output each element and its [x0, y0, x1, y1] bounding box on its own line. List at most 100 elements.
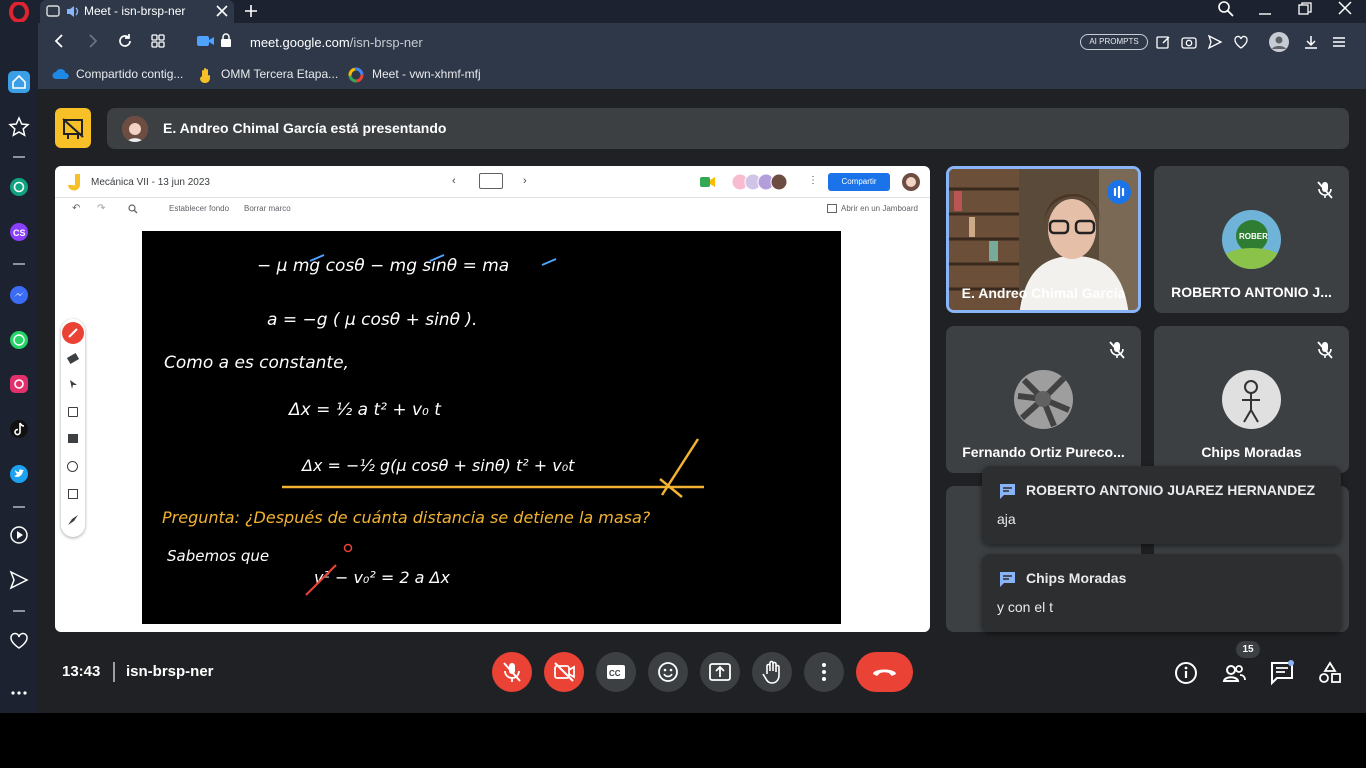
bookmark-item[interactable]: Compartido contig...: [76, 67, 183, 81]
menu-icon[interactable]: [1331, 34, 1347, 50]
laser-tool-icon[interactable]: [68, 515, 78, 525]
select-tool-icon[interactable]: [69, 379, 78, 390]
reload-icon[interactable]: [117, 33, 133, 49]
speed-dial-icon[interactable]: [150, 33, 166, 49]
home-icon[interactable]: [8, 71, 30, 93]
whatsapp-icon[interactable]: [8, 329, 30, 351]
chat-notification[interactable]: ROBERTO ANTONIO JUAREZ HERNANDEZ aja: [982, 466, 1341, 544]
chat-icon[interactable]: [1269, 660, 1295, 686]
participant-avatar: [1222, 370, 1281, 429]
participant-tile[interactable]: Chips Moradas: [1154, 326, 1349, 473]
captions-button[interactable]: CC: [596, 652, 636, 692]
sidebar-divider: [13, 506, 25, 508]
info-divider: [113, 662, 115, 682]
search-tabs-icon[interactable]: [1217, 0, 1235, 18]
zoom-icon[interactable]: [128, 204, 138, 214]
more-icon[interactable]: [8, 679, 30, 701]
board-line-8: v² − v₀² = 2 a Δx: [314, 568, 450, 587]
next-frame-icon[interactable]: ›: [523, 175, 527, 187]
mic-toggle-button[interactable]: [492, 652, 532, 692]
active-tab[interactable]: Meet - isn-brsp-ner: [40, 0, 234, 23]
bookmarks-bar: Compartido contig... OMM Tercera Etapa..…: [38, 61, 1366, 89]
collaborators-avatars[interactable]: [731, 173, 793, 191]
raise-hand-button[interactable]: [752, 652, 792, 692]
more-options-icon[interactable]: ⋮: [808, 175, 818, 186]
undo-icon[interactable]: ↶: [72, 203, 80, 214]
prev-frame-icon[interactable]: ‹: [452, 175, 456, 187]
redo-icon[interactable]: ↷: [97, 203, 105, 214]
share-button[interactable]: Compartir: [828, 173, 890, 191]
svg-text:ROBER: ROBER: [1239, 232, 1268, 241]
more-options-button[interactable]: [804, 652, 844, 692]
red-zero-mark: [343, 543, 353, 553]
download-icon[interactable]: [1303, 34, 1319, 50]
close-window-icon[interactable]: [1338, 1, 1352, 15]
chat-message: y con el t: [997, 599, 1054, 615]
opera-logo-icon[interactable]: [8, 2, 30, 22]
bookmark-item[interactable]: Meet - vwn-xhmf-mfj: [372, 67, 481, 81]
chat-notification[interactable]: Chips Moradas y con el t: [982, 554, 1341, 632]
activities-icon[interactable]: [1317, 660, 1343, 686]
sticky-note-tool-icon[interactable]: [68, 407, 78, 417]
participant-tile[interactable]: Fernando Ortiz Pureco...: [946, 326, 1141, 473]
tiktok-icon[interactable]: [8, 418, 30, 440]
new-tab-icon[interactable]: [243, 3, 259, 19]
bookmark-heart-icon[interactable]: [1233, 34, 1249, 50]
bookmark-item[interactable]: OMM Tercera Etapa...: [221, 67, 338, 81]
chatgpt-icon[interactable]: [8, 176, 30, 198]
url-field[interactable]: meet.google.com/isn-brsp-ner: [250, 35, 423, 50]
twitter-icon[interactable]: [8, 463, 30, 485]
star-icon[interactable]: [8, 116, 30, 138]
tab-close-icon[interactable]: [215, 4, 229, 18]
forward-icon[interactable]: [84, 33, 100, 49]
profile-avatar-icon[interactable]: [1268, 31, 1290, 53]
image-tool-icon[interactable]: [68, 434, 78, 443]
tool-palette: [61, 319, 85, 537]
restore-icon[interactable]: [1298, 2, 1312, 16]
reactions-button[interactable]: [648, 652, 688, 692]
board-line-7: Sabemos que: [167, 547, 269, 565]
participant-tile-speaking[interactable]: E. Andreo Chimal García: [946, 166, 1141, 313]
ai-prompts-button[interactable]: AI PROMPTS: [1080, 34, 1148, 50]
meet-icon[interactable]: [700, 176, 716, 188]
whiteboard-canvas[interactable]: − μ mg cosθ − mg sinθ = ma a = −g ( μ co…: [142, 231, 841, 624]
presenter-avatar: [122, 116, 148, 142]
present-screen-button[interactable]: [700, 652, 740, 692]
open-in-jamboard-link[interactable]: Abrir en un Jamboard: [841, 204, 918, 213]
camera-toggle-button[interactable]: [544, 652, 584, 692]
sidebar-divider: [13, 263, 25, 265]
player-icon[interactable]: [8, 524, 30, 546]
opera-sidebar: CS: [0, 23, 38, 713]
snapshot-icon[interactable]: [1181, 34, 1197, 50]
clear-frame-button[interactable]: Borrar marco: [244, 204, 291, 213]
back-icon[interactable]: [52, 33, 68, 49]
send-icon[interactable]: [8, 569, 30, 591]
frame-bar-icon[interactable]: [479, 173, 503, 189]
participant-name: E. Andreo Chimal García: [961, 285, 1126, 301]
minimize-icon[interactable]: [1258, 4, 1272, 18]
flow-send-icon[interactable]: [1207, 34, 1223, 50]
chatsonic-icon[interactable]: CS: [8, 221, 30, 243]
lock-icon[interactable]: [220, 33, 232, 48]
account-avatar[interactable]: [902, 173, 920, 191]
camera-in-use-icon[interactable]: [196, 34, 216, 48]
meeting-details-icon[interactable]: [1173, 660, 1199, 686]
set-background-button[interactable]: Establecer fondo: [169, 204, 229, 213]
participant-tile[interactable]: ROBER ROBERTO ANTONIO J...: [1154, 166, 1349, 313]
mic-off-icon: [1315, 180, 1335, 200]
instagram-icon[interactable]: [8, 373, 30, 395]
shape-tool-icon[interactable]: [67, 461, 78, 472]
board-line-4: Δx = ½ a t² + v₀ t: [287, 400, 442, 420]
edit-icon[interactable]: [1155, 34, 1171, 50]
people-icon[interactable]: [1221, 660, 1247, 686]
leave-call-button[interactable]: [856, 652, 913, 692]
pen-tool-icon[interactable]: [62, 322, 84, 344]
open-jamboard-icon: [827, 204, 837, 213]
presentation-icon[interactable]: [55, 108, 91, 148]
tab-grid-icon: [46, 5, 60, 18]
text-box-tool-icon[interactable]: [68, 489, 78, 499]
messenger-icon[interactable]: [8, 284, 30, 306]
eraser-tool-icon[interactable]: [66, 352, 80, 365]
presenting-label: E. Andreo Chimal García está presentando: [163, 120, 447, 136]
heart-icon[interactable]: [8, 630, 30, 652]
